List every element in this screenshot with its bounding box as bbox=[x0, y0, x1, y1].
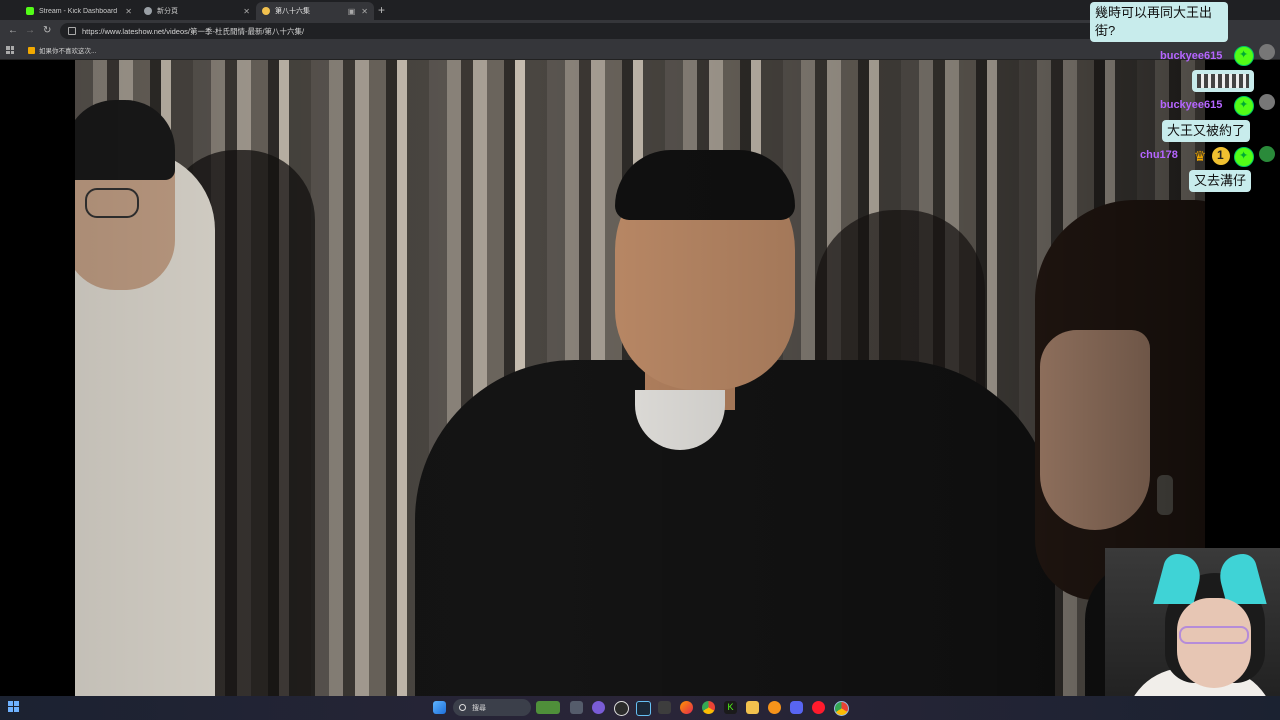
kick-favicon-icon bbox=[26, 7, 34, 15]
badge-number: 1 bbox=[1217, 148, 1224, 162]
bookmark-label: 如果你不喜欢这次... bbox=[39, 48, 97, 55]
chrome-alt-icon[interactable] bbox=[834, 701, 849, 716]
chat-emote bbox=[1192, 70, 1254, 92]
kick-icon[interactable]: K bbox=[724, 701, 737, 714]
folder-icon bbox=[28, 46, 35, 54]
video-player[interactable] bbox=[75, 60, 1205, 696]
chat-overlay: 幾時可以再同大王出街? buckyee615 buckyee615 大王又被約了… bbox=[1090, 0, 1280, 200]
widgets-icon[interactable] bbox=[8, 701, 19, 712]
browser-tab-bar: Stream - Kick Dashboard ✕ 新分頁 ✕ 第八十六集 ▣ … bbox=[0, 0, 1280, 20]
video-lighting-overlay bbox=[75, 60, 1205, 696]
tab-label: 第八十六集 bbox=[275, 8, 310, 15]
close-tab-icon[interactable]: ✕ bbox=[125, 7, 132, 16]
avatar bbox=[1259, 146, 1275, 162]
ark-icon[interactable] bbox=[536, 701, 560, 714]
tab-new-tab[interactable]: 新分頁 ✕ bbox=[138, 2, 256, 20]
avatar bbox=[1259, 94, 1275, 110]
chat-message: 幾時可以再同大王出街? bbox=[1090, 2, 1228, 42]
windows-taskbar: 搜尋 K bbox=[0, 696, 1280, 720]
forward-arrow-icon[interactable]: → bbox=[25, 24, 35, 38]
crown-icon: ♛ bbox=[1193, 148, 1207, 164]
apps-grid-icon[interactable] bbox=[6, 46, 14, 54]
windows-start-icon[interactable] bbox=[433, 701, 446, 714]
taskbar-search[interactable]: 搜尋 bbox=[453, 699, 531, 716]
bitcoin-icon[interactable] bbox=[768, 701, 781, 714]
avatar bbox=[1259, 44, 1275, 60]
chat-username: chu178 bbox=[1140, 149, 1178, 161]
address-bar-row: ← → ↻ https://www.lateshow.net/videos/第一… bbox=[0, 20, 1280, 42]
obs-icon[interactable] bbox=[614, 701, 629, 716]
reload-icon[interactable]: ↻ bbox=[43, 24, 51, 38]
verified-badge-icon bbox=[1234, 96, 1254, 116]
bookmark-item[interactable]: 如果你不喜欢这次... bbox=[28, 45, 96, 55]
streamer-glasses bbox=[1179, 626, 1249, 644]
webcam-overlay bbox=[1105, 548, 1280, 720]
bookmarks-bar: 如果你不喜欢这次... bbox=[0, 42, 1280, 60]
verified-badge-icon bbox=[1234, 46, 1254, 66]
task-view-icon[interactable] bbox=[570, 701, 583, 714]
new-tab-button[interactable]: + bbox=[378, 3, 385, 17]
close-tab-icon[interactable]: ✕ bbox=[361, 7, 368, 16]
close-tab-icon[interactable]: ✕ bbox=[243, 7, 250, 16]
chat-message: 大王又被約了 bbox=[1162, 120, 1251, 142]
emote-icon bbox=[1197, 74, 1249, 88]
chat-username: buckyee615 bbox=[1160, 50, 1223, 62]
back-arrow-icon[interactable]: ← bbox=[8, 24, 18, 38]
chrome-icon[interactable] bbox=[702, 701, 715, 714]
tab-label: Stream - Kick Dashboard bbox=[39, 7, 118, 15]
camera-icon[interactable] bbox=[658, 701, 671, 714]
firefox-icon[interactable] bbox=[680, 701, 693, 714]
chat-icon[interactable] bbox=[592, 701, 605, 714]
tab-kick-dashboard[interactable]: Stream - Kick Dashboard ✕ bbox=[20, 2, 138, 20]
folder-icon[interactable] bbox=[746, 701, 759, 714]
steam-icon[interactable] bbox=[636, 701, 651, 716]
chat-message: 又去溝仔 bbox=[1189, 170, 1252, 192]
url-text: https://www.lateshow.net/videos/第一季-杜氏閒情… bbox=[82, 26, 305, 36]
opera-icon[interactable] bbox=[812, 701, 825, 714]
subscriber-badge-icon: 1 bbox=[1212, 147, 1230, 165]
site-favicon-icon bbox=[262, 7, 270, 15]
tab-episode-86[interactable]: 第八十六集 ▣ ✕ bbox=[256, 2, 374, 20]
chat-username: buckyee615 bbox=[1160, 99, 1223, 111]
verified-badge-icon bbox=[1234, 147, 1254, 167]
search-label: 搜尋 bbox=[472, 704, 486, 712]
tab-media-icon[interactable]: ▣ bbox=[348, 7, 356, 16]
url-input[interactable]: https://www.lateshow.net/videos/第一季-杜氏閒情… bbox=[60, 23, 1110, 39]
globe-icon bbox=[144, 7, 152, 15]
discord-icon[interactable] bbox=[790, 701, 803, 714]
search-icon bbox=[459, 704, 466, 711]
tab-label: 新分頁 bbox=[157, 8, 178, 15]
lock-icon bbox=[68, 27, 76, 35]
